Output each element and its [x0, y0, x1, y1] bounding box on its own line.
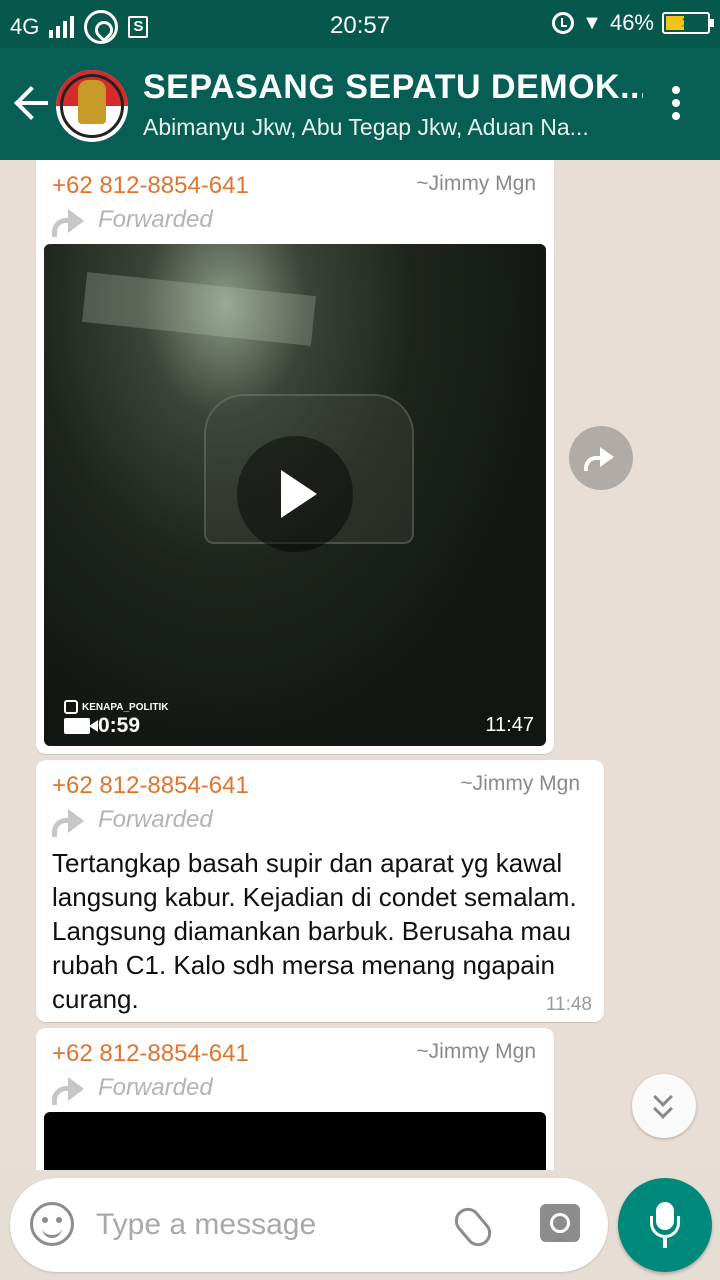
video-thumbnail[interactable] [44, 1112, 546, 1170]
video-duration: 0:59 [64, 714, 140, 738]
camera-icon[interactable] [540, 1204, 580, 1242]
arrow-left-icon[interactable] [14, 84, 52, 122]
status-bar: 4G S 20:57 ▼ 46% ⚡ [0, 0, 720, 48]
watermark: KENAPA_POLITIK [64, 700, 169, 714]
battery-percent: 46% [609, 10, 654, 35]
play-icon[interactable] [237, 436, 353, 552]
video-camera-icon [64, 718, 98, 734]
whatsapp-icon [84, 10, 119, 44]
group-members[interactable]: Abimanyu Jkw, Abu Tegap Jkw, Aduan Na... [143, 114, 643, 141]
alarm-icon [552, 12, 575, 34]
video-thumbnail[interactable]: KENAPA_POLITIK 0:59 11:47 [44, 244, 546, 746]
message-bubble-video[interactable]: +62 812-8854-641 ~Jimmy Mgn Forwarded [36, 1028, 554, 1170]
double-chevron-down-icon[interactable] [632, 1074, 696, 1138]
message-input[interactable] [96, 1202, 426, 1248]
forwarded-label: Forwarded [52, 1074, 213, 1105]
clock: 20:57 [330, 12, 391, 39]
sender-alias: ~Jimmy Mgn [460, 772, 580, 795]
sender-name[interactable]: +62 812-8854-641 [52, 1040, 249, 1068]
forwarded-label: Forwarded [52, 806, 213, 837]
message-bubble-text[interactable]: +62 812-8854-641 ~Jimmy Mgn Forwarded Te… [36, 760, 604, 1022]
message-bubble-video[interactable]: +62 812-8854-641 ~Jimmy Mgn Forwarded KE… [36, 160, 554, 754]
message-time: 11:48 [545, 994, 592, 1015]
share-forward-button[interactable] [569, 426, 633, 490]
message-list[interactable]: +62 812-8854-641 ~Jimmy Mgn Forwarded KE… [0, 160, 720, 1170]
message-time: 11:47 [485, 714, 534, 736]
forward-icon [52, 208, 86, 237]
battery-icon: ⚡ [662, 11, 714, 34]
smiley-icon[interactable] [30, 1202, 74, 1246]
charging-icon: ⚡ [680, 11, 693, 31]
sender-alias: ~Jimmy Mgn [416, 1040, 536, 1063]
forwarded-label: Forwarded [52, 206, 213, 237]
sender-name[interactable]: +62 812-8854-641 [52, 772, 249, 800]
message-composer [10, 1178, 608, 1272]
paperclip-icon[interactable] [449, 1202, 497, 1252]
instagram-icon [64, 700, 78, 714]
signal-icon [49, 16, 75, 38]
forward-icon [52, 808, 86, 837]
group-avatar[interactable] [56, 70, 128, 142]
sender-name[interactable]: +62 812-8854-641 [52, 172, 249, 200]
mic-button[interactable] [618, 1178, 712, 1272]
network-type: 4G [10, 14, 40, 39]
chat-header: SEPASANG SEPATU DEMOK... Abimanyu Jkw, A… [0, 48, 720, 160]
more-vert-icon[interactable] [664, 86, 688, 126]
message-text: Tertangkap basah supir dan aparat yg kaw… [52, 848, 577, 1014]
group-title[interactable]: SEPASANG SEPATU DEMOK... [143, 68, 643, 107]
sender-alias: ~Jimmy Mgn [416, 172, 536, 195]
s-app-icon: S [128, 16, 149, 38]
wifi-icon: ▼ [582, 11, 602, 34]
forward-icon [52, 1076, 86, 1105]
